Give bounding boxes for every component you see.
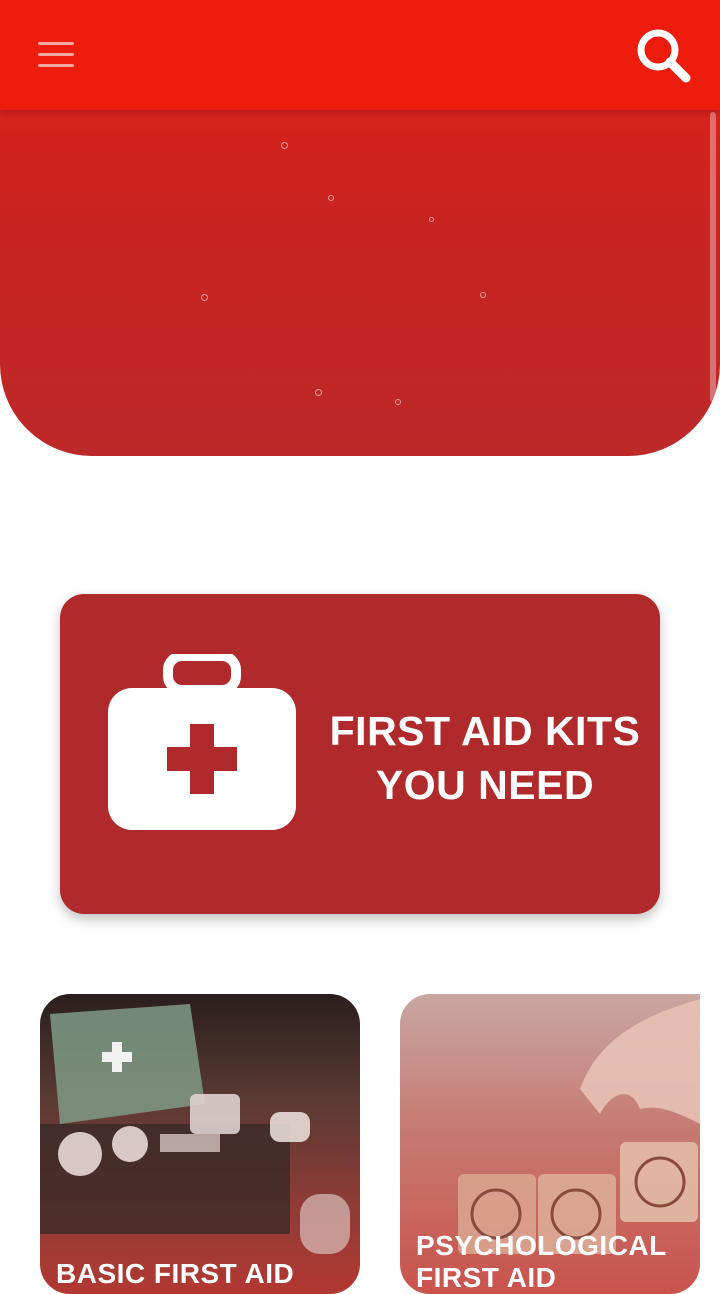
menu-line xyxy=(38,64,74,67)
first-aid-kits-banner[interactable]: FIRST AID KITS YOU NEED xyxy=(60,594,660,914)
decor-dot xyxy=(480,292,486,298)
decor-dot xyxy=(315,389,322,396)
menu-line xyxy=(38,42,74,45)
card-title: PSYCHOLOGICAL FIRST AID xyxy=(416,1230,667,1293)
search-icon[interactable] xyxy=(632,24,696,88)
hamburger-menu-icon[interactable] xyxy=(36,38,76,72)
app-bar xyxy=(0,0,720,110)
card-title: BASIC FIRST AID xyxy=(56,1258,295,1289)
first-aid-kit-photo xyxy=(40,1004,350,1254)
psychological-first-aid-card[interactable]: PSYCHOLOGICAL FIRST AID xyxy=(400,994,700,1294)
decor-dot xyxy=(281,142,288,149)
basic-first-aid-card[interactable]: BASIC FIRST AID xyxy=(40,994,360,1294)
banner-title: FIRST AID KITS YOU NEED xyxy=(310,704,660,812)
decor-dot xyxy=(395,399,401,405)
decor-dot xyxy=(429,217,434,222)
banner-title-line: YOU NEED xyxy=(375,762,595,808)
hero-scroll-indicator xyxy=(710,112,716,402)
decor-dot xyxy=(328,195,334,201)
first-aid-kit-icon xyxy=(108,651,298,838)
banner-title-line: FIRST AID KITS xyxy=(329,708,641,754)
menu-line xyxy=(38,53,74,56)
decor-dot xyxy=(201,294,208,301)
